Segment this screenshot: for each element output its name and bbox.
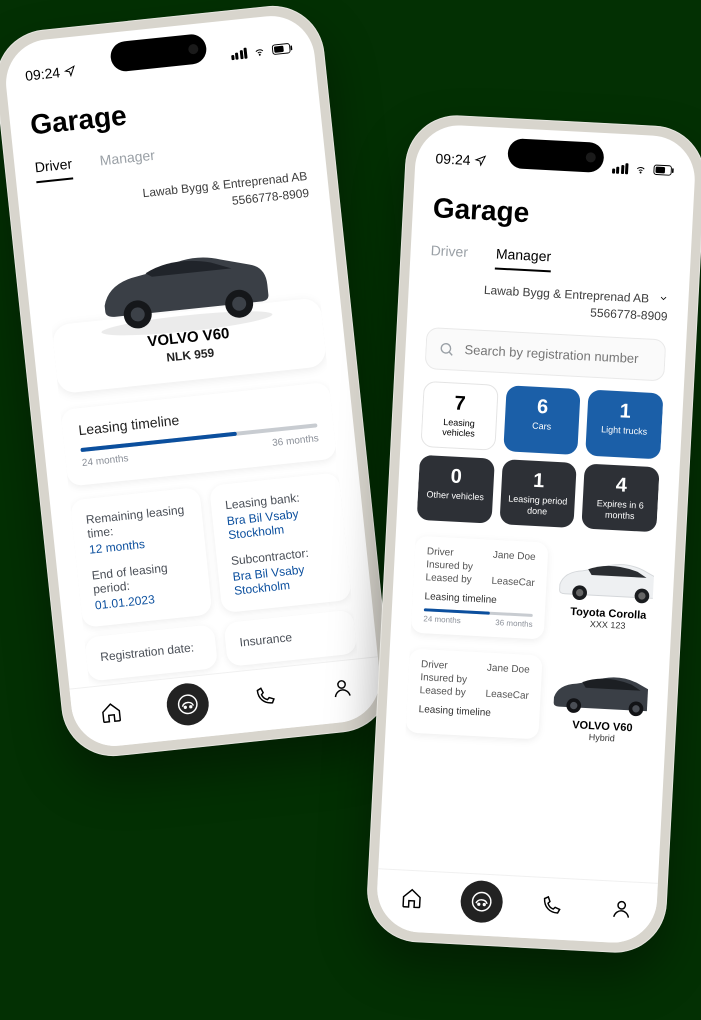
vehicle-list-item[interactable]: DriverJane Doe Insured by Leased byLease… (411, 536, 656, 645)
phone-icon (253, 684, 277, 708)
leasing-partners-card: Leasing bank: Bra Bil Vsaby Stockholm Su… (209, 472, 352, 613)
page-title: Garage (432, 192, 673, 237)
nav-profile[interactable] (599, 886, 643, 930)
stat-other-vehicles[interactable]: 0 Other vehicles (417, 455, 495, 524)
battery-icon (271, 42, 294, 56)
nav-profile[interactable] (319, 665, 365, 711)
device-notch (507, 138, 604, 173)
timeline-start: 24 months (81, 453, 129, 469)
chevron-down-icon (658, 291, 669, 308)
fleet-stats: 7 Leasing vehicles 6 Cars 1 Light trucks… (417, 381, 664, 533)
nav-home[interactable] (88, 689, 134, 735)
home-icon (99, 700, 123, 724)
vehicle-timeline-title: Leasing timeline (424, 591, 534, 608)
wifi-icon (633, 163, 649, 176)
stat-leasing-vehicles[interactable]: 7 Leasing vehicles (420, 381, 498, 452)
registration-card: Registration date: (84, 624, 218, 681)
stat-expiring[interactable]: 4 Expires in 6 months (582, 464, 660, 533)
insurance-label: Insurance (239, 625, 342, 650)
stat-light-trucks[interactable]: 1 Light trucks (585, 389, 663, 460)
view-tabs: Driver Manager (430, 242, 671, 280)
nav-garage[interactable] (165, 681, 211, 727)
nav-call[interactable] (530, 883, 574, 927)
stat-cars[interactable]: 6 Cars (503, 385, 581, 456)
search-input[interactable] (464, 342, 653, 367)
stat-period-done[interactable]: 1 Leasing period done (499, 459, 577, 528)
person-icon (610, 897, 633, 920)
location-icon (474, 154, 487, 167)
vehicle-list-item[interactable]: DriverJane Doe Insured by Leased byLease… (405, 649, 649, 745)
bottom-nav (375, 868, 658, 945)
vehicle-image (548, 656, 661, 722)
garage-icon (176, 692, 200, 716)
phone-mockup-manager: 09:24 Garage Driver Manager Lawab Bygg &… (365, 113, 701, 956)
tab-manager[interactable]: Manager (495, 246, 551, 273)
location-icon (63, 65, 76, 78)
nav-garage[interactable] (460, 879, 504, 923)
registration-label: Registration date: (100, 639, 203, 664)
search-box[interactable] (425, 327, 667, 382)
tab-driver[interactable]: Driver (430, 242, 469, 268)
garage-icon (470, 890, 493, 913)
status-time: 09:24 (435, 150, 471, 168)
wifi-icon (251, 45, 267, 59)
phone-icon (540, 893, 563, 916)
leasing-timeline-card: Leasing timeline 24 months 36 months (60, 381, 337, 486)
leasing-dates-card: Remaining leasing time: 12 months End of… (70, 487, 213, 628)
timeline-title: Leasing timeline (78, 397, 316, 438)
signal-icon (611, 162, 628, 174)
person-icon (330, 676, 354, 700)
search-icon (438, 340, 455, 357)
status-time: 09:24 (24, 64, 61, 84)
phone-mockup-driver: 09:24 Garage Driver Manager Lawab Bygg &… (0, 1, 395, 761)
insurance-card: Insurance (223, 609, 357, 666)
timeline-end: 36 months (272, 433, 320, 449)
vehicle-timeline-title: Leasing timeline (418, 704, 528, 721)
home-icon (400, 886, 423, 909)
tab-manager[interactable]: Manager (99, 147, 156, 177)
nav-home[interactable] (390, 875, 434, 919)
signal-icon (230, 47, 248, 60)
nav-call[interactable] (242, 673, 288, 719)
tab-driver[interactable]: Driver (34, 156, 74, 184)
battery-icon (653, 164, 676, 177)
vehicle-image (554, 543, 667, 609)
